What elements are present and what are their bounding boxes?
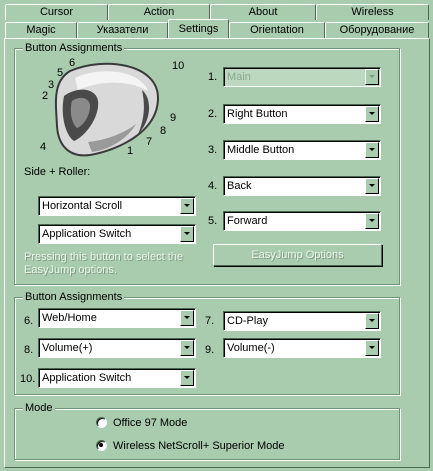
- assignment-4-select[interactable]: Back: [223, 176, 381, 196]
- assignment-10-number: 10.: [20, 373, 36, 385]
- assignment-5-number: 5.: [208, 215, 218, 227]
- group-title: Mode: [23, 401, 55, 415]
- callout-4: 4: [40, 141, 47, 153]
- dropdown-arrow-icon[interactable]: [365, 142, 379, 158]
- office97-mode-radio[interactable]: [96, 417, 107, 428]
- wireless-netscroll-mode-radio[interactable]: [96, 440, 107, 451]
- assignment-8-select[interactable]: Volume(+): [38, 338, 196, 358]
- assignment-6-select[interactable]: Web/Home: [38, 308, 196, 328]
- assignment-1-select: Main: [223, 67, 381, 87]
- dropdown-arrow-icon[interactable]: [180, 310, 194, 326]
- tab-cursor[interactable]: Cursor: [5, 4, 108, 20]
- mouse-illustration: [54, 62, 160, 157]
- assignment-7-number: 7.: [205, 315, 215, 327]
- easyjump-options-button: EasyJump Options: [213, 244, 382, 266]
- tab-about[interactable]: About: [210, 4, 316, 20]
- dropdown-arrow-icon[interactable]: [180, 340, 194, 356]
- assignment-2-select[interactable]: Right Button: [223, 104, 381, 124]
- side-roller-label: Side + Roller:: [24, 166, 91, 178]
- group-title: Button Assignments: [23, 41, 125, 55]
- tab-orientation[interactable]: Orientation: [229, 22, 325, 38]
- assignment-5-select[interactable]: Forward: [223, 211, 381, 231]
- callout-8: 8: [160, 125, 167, 137]
- wireless-netscroll-mode-label[interactable]: Wireless NetScroll+ Superior Mode: [113, 439, 284, 453]
- office97-mode-label[interactable]: Office 97 Mode: [113, 416, 187, 430]
- assignment-9-number: 9.: [205, 344, 215, 356]
- dropdown-arrow-icon: [365, 69, 379, 85]
- callout-3: 3: [48, 79, 55, 91]
- dropdown-arrow-icon[interactable]: [365, 106, 379, 122]
- assignment-2-number: 2.: [208, 108, 218, 120]
- dropdown-arrow-icon[interactable]: [365, 213, 379, 229]
- assignment-3-number: 3.: [208, 144, 218, 156]
- tab-action[interactable]: Action: [108, 4, 210, 20]
- dropdown-arrow-icon[interactable]: [180, 198, 194, 214]
- side-select[interactable]: Horizontal Scroll: [38, 196, 196, 216]
- dropdown-arrow-icon[interactable]: [365, 313, 379, 329]
- assignment-9-select[interactable]: Volume(-): [223, 338, 381, 358]
- group-title: Button Assignments: [23, 290, 125, 304]
- tab-hardware[interactable]: Оборудование: [325, 22, 429, 38]
- tab-pointers[interactable]: Указатели: [77, 22, 168, 38]
- assignment-4-number: 4.: [208, 180, 218, 192]
- callout-6: 6: [69, 57, 76, 69]
- callout-5: 5: [57, 67, 64, 79]
- assignment-7-select[interactable]: CD-Play: [223, 311, 381, 331]
- assignment-6-number: 6.: [24, 315, 34, 327]
- callout-1: 1: [127, 145, 134, 157]
- dropdown-arrow-icon[interactable]: [365, 340, 379, 356]
- assignment-8-number: 8.: [24, 344, 34, 356]
- tab-settings[interactable]: Settings: [168, 19, 229, 38]
- assignment-1-number: 1.: [208, 71, 218, 83]
- assignment-3-select[interactable]: Middle Button: [223, 140, 381, 160]
- tab-magic[interactable]: Magic: [5, 22, 77, 38]
- assignment-10-select[interactable]: Application Switch: [38, 368, 196, 388]
- easyjump-hint: Pressing this button to select the EasyJ…: [24, 251, 183, 276]
- callout-9: 9: [170, 112, 177, 124]
- roller-select[interactable]: Application Switch: [38, 224, 196, 244]
- dropdown-arrow-icon[interactable]: [180, 226, 194, 242]
- callout-7: 7: [146, 136, 153, 148]
- tab-wireless[interactable]: Wireless: [316, 4, 429, 20]
- callout-10: 10: [172, 60, 185, 72]
- dropdown-arrow-icon[interactable]: [365, 178, 379, 194]
- dropdown-arrow-icon[interactable]: [180, 370, 194, 386]
